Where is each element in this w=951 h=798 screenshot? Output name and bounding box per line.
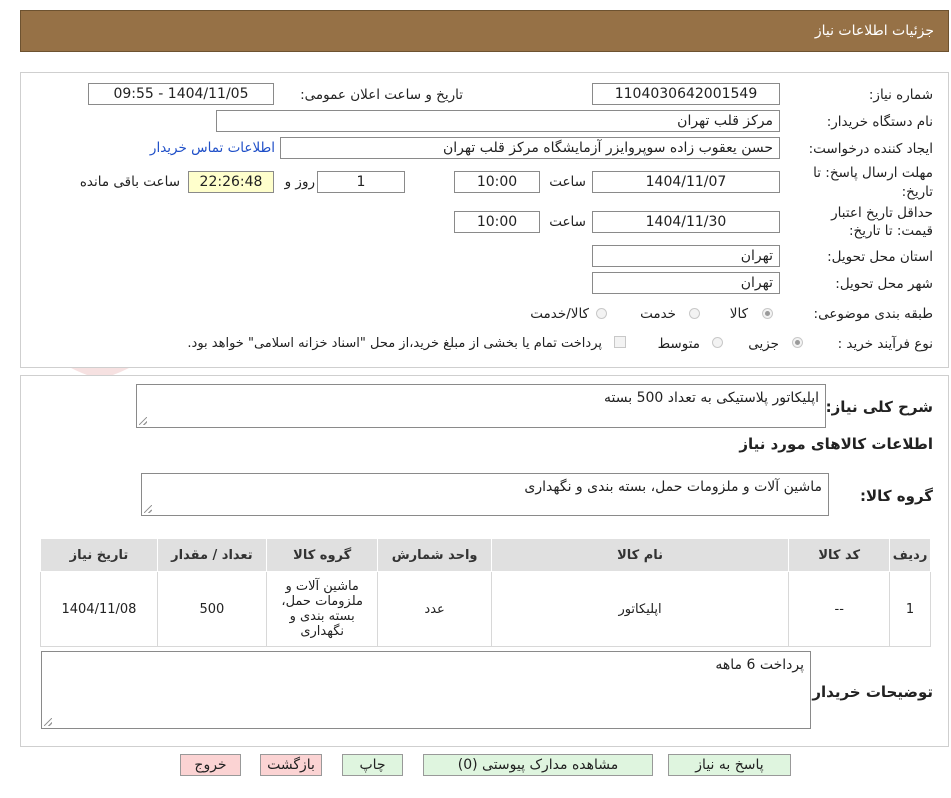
category-service-label: خدمت bbox=[640, 306, 676, 322]
buyer-notes-text: پرداخت 6 ماهه bbox=[715, 657, 804, 673]
goods-group-field: ماشین آلات و ملزومات حمل، بسته بندی و نگ… bbox=[141, 473, 829, 516]
validity-time-label: ساعت bbox=[549, 214, 586, 230]
col-header-need-date: تاریخ نیاز bbox=[40, 538, 158, 572]
cell-goods-group: ماشین آلات و ملزومات حمل، بسته بندی و نگ… bbox=[265, 571, 379, 647]
category-goods-label: کالا bbox=[729, 306, 748, 322]
deadline-time-field: 10:00 bbox=[454, 171, 540, 193]
validity-label-line2: قیمت: تا تاریخ: bbox=[849, 223, 933, 239]
buyer-org-label: نام دستگاه خریدار: bbox=[826, 114, 933, 130]
col-header-unit: واحد شمارش bbox=[377, 538, 492, 572]
buyer-org-field: مرکز قلب تهران bbox=[216, 110, 780, 132]
validity-date-field: 1404/11/30 bbox=[592, 211, 780, 233]
validity-label: حداقل تاریخ اعتبار bbox=[831, 205, 933, 221]
validity-time-field: 10:00 bbox=[454, 211, 540, 233]
resize-handle-icon[interactable] bbox=[44, 718, 52, 726]
print-button[interactable]: چاپ bbox=[342, 754, 403, 776]
category-goods-service-radio[interactable] bbox=[596, 308, 607, 319]
page-title: جزئیات اطلاعات نیاز bbox=[814, 23, 934, 39]
category-goods-radio[interactable] bbox=[762, 308, 773, 319]
city-field: تهران bbox=[592, 272, 780, 294]
resize-handle-icon[interactable] bbox=[139, 417, 147, 425]
remaining-time-label: ساعت باقی مانده bbox=[79, 174, 180, 190]
process-medium-label: متوسط bbox=[657, 336, 700, 352]
goods-group-label: گروه کالا: bbox=[860, 487, 933, 505]
goods-table: ردیف کد کالا نام کالا واحد شمارش گروه کا… bbox=[40, 538, 931, 647]
deadline-label: مهلت ارسال پاسخ: تا bbox=[813, 165, 933, 181]
category-label: طبقه بندی موضوعی: bbox=[813, 306, 933, 322]
deadline-date-field: 1404/11/07 bbox=[592, 171, 780, 193]
table-row: 1 -- اپلیکاتور عدد ماشین آلات و ملزومات … bbox=[40, 571, 931, 647]
exit-button[interactable]: خروج bbox=[180, 754, 241, 776]
goods-info-heading: اطلاعات کالاهای مورد نیاز bbox=[739, 435, 933, 453]
cell-need-date: 1404/11/08 bbox=[40, 571, 158, 647]
buyer-contact-link[interactable]: اطلاعات تماس خریدار bbox=[150, 140, 275, 156]
need-summary-label: شرح کلی نیاز: bbox=[825, 398, 933, 416]
requester-field: حسن یعقوب زاده سوپروایزر آزمایشگاه مرکز … bbox=[280, 137, 780, 159]
table-header-row: ردیف کد کالا نام کالا واحد شمارش گروه کا… bbox=[40, 538, 931, 572]
col-header-quantity: تعداد / مقدار bbox=[156, 538, 267, 572]
treasury-checkbox[interactable] bbox=[614, 336, 626, 348]
buyer-notes-field: پرداخت 6 ماهه bbox=[41, 651, 811, 729]
process-medium-radio[interactable] bbox=[712, 337, 723, 348]
category-goods-service-label: کالا/خدمت bbox=[530, 306, 589, 322]
need-summary-field: اپلیکاتور پلاستیکی به تعداد 500 بسته bbox=[136, 384, 826, 428]
process-minor-label: جزیی bbox=[748, 336, 779, 352]
col-header-goods-name: نام کالا bbox=[490, 538, 790, 572]
resize-handle-icon[interactable] bbox=[144, 505, 152, 513]
page-header: جزئیات اطلاعات نیاز bbox=[20, 10, 949, 52]
treasury-note: پرداخت تمام یا بخشی از مبلغ خرید،از محل … bbox=[187, 336, 602, 351]
province-field: تهران bbox=[592, 245, 780, 267]
need-summary-text: اپلیکاتور پلاستیکی به تعداد 500 بسته bbox=[603, 390, 819, 406]
days-label: روز و bbox=[284, 174, 315, 190]
province-label: استان محل تحویل: bbox=[827, 249, 933, 265]
city-label: شهر محل تحویل: bbox=[835, 276, 933, 292]
need-number-label: شماره نیاز: bbox=[868, 87, 933, 103]
cell-unit: عدد bbox=[377, 571, 492, 647]
process-type-label: نوع فرآیند خرید : bbox=[837, 336, 933, 352]
need-number-field: 1104030642001549 bbox=[592, 83, 780, 105]
buyer-notes-label: توضیحات خریدار: bbox=[806, 683, 933, 701]
category-service-radio[interactable] bbox=[689, 308, 700, 319]
cell-quantity: 500 bbox=[156, 571, 267, 647]
reply-button[interactable]: پاسخ به نیاز bbox=[668, 754, 791, 776]
cell-goods-name: اپلیکاتور bbox=[490, 571, 790, 647]
announce-datetime-field: 1404/11/05 - 09:55 bbox=[88, 83, 274, 105]
deadline-label-line2: تاریخ: bbox=[901, 184, 933, 200]
view-attachments-button[interactable]: مشاهده مدارک پیوستی (0) bbox=[423, 754, 653, 776]
cell-row-number: 1 bbox=[889, 571, 931, 647]
col-header-goods-code: کد کالا bbox=[788, 538, 891, 572]
col-header-goods-group: گروه کالا bbox=[265, 538, 379, 572]
process-minor-radio[interactable] bbox=[792, 337, 803, 348]
deadline-time-label: ساعت bbox=[549, 174, 586, 190]
col-header-row-number: ردیف bbox=[889, 538, 931, 572]
remaining-time-field: 22:26:48 bbox=[188, 171, 274, 193]
requester-label: ایجاد کننده درخواست: bbox=[808, 141, 933, 157]
goods-group-text: ماشین آلات و ملزومات حمل، بسته بندی و نگ… bbox=[524, 479, 822, 495]
announce-datetime-label: تاریخ و ساعت اعلان عمومی: bbox=[300, 87, 463, 103]
remaining-days-field: 1 bbox=[317, 171, 405, 193]
cell-goods-code: -- bbox=[788, 571, 891, 647]
back-button[interactable]: بازگشت bbox=[260, 754, 322, 776]
